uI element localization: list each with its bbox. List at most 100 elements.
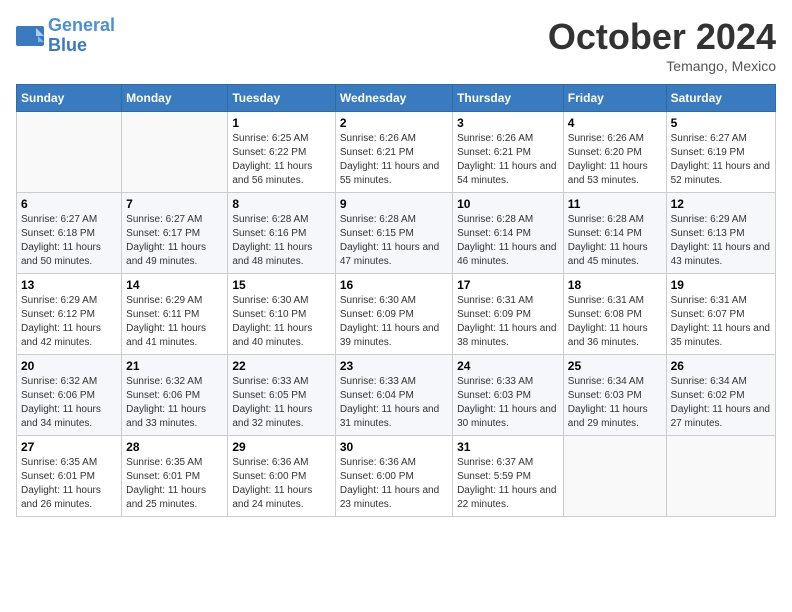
- weekday-header-row: SundayMondayTuesdayWednesdayThursdayFrid…: [17, 85, 776, 112]
- day-info: Sunrise: 6:28 AM Sunset: 6:15 PM Dayligh…: [340, 213, 448, 269]
- calendar-week-row: 20 Sunrise: 6:32 AM Sunset: 6:06 PM Dayli…: [17, 355, 776, 436]
- day-number: 21: [126, 359, 223, 373]
- day-number: 4: [568, 116, 662, 130]
- weekday-header: Monday: [122, 85, 228, 112]
- day-info: Sunrise: 6:34 AM Sunset: 6:03 PM Dayligh…: [568, 375, 662, 431]
- calendar-cell: 31 Sunrise: 6:37 AM Sunset: 5:59 PM Dayli…: [453, 436, 564, 517]
- day-info: Sunrise: 6:26 AM Sunset: 6:20 PM Dayligh…: [568, 132, 662, 188]
- day-number: 27: [21, 440, 117, 454]
- day-number: 20: [21, 359, 117, 373]
- day-number: 29: [232, 440, 330, 454]
- weekday-header: Wednesday: [335, 85, 452, 112]
- calendar-cell: 10Sunrise: 6:28 AM Sunset: 6:14 PM Dayli…: [453, 193, 564, 274]
- day-info: Sunrise: 6:28 AM Sunset: 6:16 PM Dayligh…: [232, 213, 330, 269]
- calendar-cell: 1 Sunrise: 6:25 AM Sunset: 6:22 PM Daylig…: [228, 112, 335, 193]
- calendar-cell: 9Sunrise: 6:28 AM Sunset: 6:15 PM Daylig…: [335, 193, 452, 274]
- day-number: 28: [126, 440, 223, 454]
- day-info: Sunrise: 6:32 AM Sunset: 6:06 PM Dayligh…: [21, 375, 117, 431]
- calendar-table: SundayMondayTuesdayWednesdayThursdayFrid…: [16, 84, 776, 517]
- day-info: Sunrise: 6:26 AM Sunset: 6:21 PM Dayligh…: [340, 132, 448, 188]
- day-info: Sunrise: 6:28 AM Sunset: 6:14 PM Dayligh…: [568, 213, 662, 269]
- location-subtitle: Temango, Mexico: [548, 58, 776, 74]
- calendar-cell: [17, 112, 122, 193]
- day-info: Sunrise: 6:31 AM Sunset: 6:09 PM Dayligh…: [457, 294, 559, 350]
- logo-text: General Blue: [48, 16, 115, 56]
- day-info: Sunrise: 6:36 AM Sunset: 6:00 PM Dayligh…: [232, 456, 330, 512]
- calendar-week-row: 13 Sunrise: 6:29 AM Sunset: 6:12 PM Dayli…: [17, 274, 776, 355]
- logo-icon: [16, 26, 44, 46]
- day-info: Sunrise: 6:31 AM Sunset: 6:08 PM Dayligh…: [568, 294, 662, 350]
- calendar-cell: 8 Sunrise: 6:28 AM Sunset: 6:16 PM Daylig…: [228, 193, 335, 274]
- calendar-cell: 5 Sunrise: 6:27 AM Sunset: 6:19 PM Daylig…: [666, 112, 775, 193]
- calendar-cell: 25 Sunrise: 6:34 AM Sunset: 6:03 PM Dayli…: [563, 355, 666, 436]
- calendar-cell: 18 Sunrise: 6:31 AM Sunset: 6:08 PM Dayli…: [563, 274, 666, 355]
- day-number: 17: [457, 278, 559, 292]
- day-number: 6: [21, 197, 117, 211]
- calendar-cell: 20 Sunrise: 6:32 AM Sunset: 6:06 PM Dayli…: [17, 355, 122, 436]
- day-info: Sunrise: 6:28 AM Sunset: 6:14 PM Dayligh…: [457, 213, 559, 269]
- day-info: Sunrise: 6:26 AM Sunset: 6:21 PM Dayligh…: [457, 132, 559, 188]
- calendar-cell: 7Sunrise: 6:27 AM Sunset: 6:17 PM Daylig…: [122, 193, 228, 274]
- day-number: 24: [457, 359, 559, 373]
- day-number: 3: [457, 116, 559, 130]
- day-number: 11: [568, 197, 662, 211]
- calendar-cell: 13 Sunrise: 6:29 AM Sunset: 6:12 PM Dayli…: [17, 274, 122, 355]
- day-number: 2: [340, 116, 448, 130]
- day-number: 23: [340, 359, 448, 373]
- logo: General Blue: [16, 16, 115, 56]
- calendar-cell: 22Sunrise: 6:33 AM Sunset: 6:05 PM Dayli…: [228, 355, 335, 436]
- calendar-cell: 27 Sunrise: 6:35 AM Sunset: 6:01 PM Dayli…: [17, 436, 122, 517]
- day-info: Sunrise: 6:35 AM Sunset: 6:01 PM Dayligh…: [21, 456, 117, 512]
- calendar-week-row: 27 Sunrise: 6:35 AM Sunset: 6:01 PM Dayli…: [17, 436, 776, 517]
- calendar-cell: 6 Sunrise: 6:27 AM Sunset: 6:18 PM Daylig…: [17, 193, 122, 274]
- day-info: Sunrise: 6:35 AM Sunset: 6:01 PM Dayligh…: [126, 456, 223, 512]
- day-info: Sunrise: 6:29 AM Sunset: 6:12 PM Dayligh…: [21, 294, 117, 350]
- calendar-cell: 24Sunrise: 6:33 AM Sunset: 6:03 PM Dayli…: [453, 355, 564, 436]
- day-number: 26: [671, 359, 771, 373]
- weekday-header: Saturday: [666, 85, 775, 112]
- day-number: 16: [340, 278, 448, 292]
- weekday-header: Friday: [563, 85, 666, 112]
- weekday-header: Thursday: [453, 85, 564, 112]
- day-number: 14: [126, 278, 223, 292]
- day-number: 15: [232, 278, 330, 292]
- logo-blue: Blue: [48, 35, 87, 55]
- calendar-cell: 21 Sunrise: 6:32 AM Sunset: 6:06 PM Dayli…: [122, 355, 228, 436]
- day-number: 31: [457, 440, 559, 454]
- day-info: Sunrise: 6:25 AM Sunset: 6:22 PM Dayligh…: [232, 132, 330, 188]
- weekday-header: Tuesday: [228, 85, 335, 112]
- day-info: Sunrise: 6:27 AM Sunset: 6:18 PM Dayligh…: [21, 213, 117, 269]
- day-info: Sunrise: 6:34 AM Sunset: 6:02 PM Dayligh…: [671, 375, 771, 431]
- day-number: 19: [671, 278, 771, 292]
- calendar-cell: 3 Sunrise: 6:26 AM Sunset: 6:21 PM Daylig…: [453, 112, 564, 193]
- calendar-cell: [122, 112, 228, 193]
- day-info: Sunrise: 6:33 AM Sunset: 6:05 PM Dayligh…: [232, 375, 330, 431]
- day-info: Sunrise: 6:36 AM Sunset: 6:00 PM Dayligh…: [340, 456, 448, 512]
- day-number: 13: [21, 278, 117, 292]
- calendar-cell: 19Sunrise: 6:31 AM Sunset: 6:07 PM Dayli…: [666, 274, 775, 355]
- day-number: 1: [232, 116, 330, 130]
- calendar-cell: 23Sunrise: 6:33 AM Sunset: 6:04 PM Dayli…: [335, 355, 452, 436]
- day-info: Sunrise: 6:27 AM Sunset: 6:19 PM Dayligh…: [671, 132, 771, 188]
- calendar-cell: 17 Sunrise: 6:31 AM Sunset: 6:09 PM Dayli…: [453, 274, 564, 355]
- calendar-cell: [666, 436, 775, 517]
- day-info: Sunrise: 6:30 AM Sunset: 6:10 PM Dayligh…: [232, 294, 330, 350]
- day-number: 30: [340, 440, 448, 454]
- calendar-cell: 12Sunrise: 6:29 AM Sunset: 6:13 PM Dayli…: [666, 193, 775, 274]
- day-number: 25: [568, 359, 662, 373]
- month-title: October 2024: [548, 16, 776, 58]
- day-info: Sunrise: 6:29 AM Sunset: 6:13 PM Dayligh…: [671, 213, 771, 269]
- weekday-header: Sunday: [17, 85, 122, 112]
- calendar-cell: 30 Sunrise: 6:36 AM Sunset: 6:00 PM Dayli…: [335, 436, 452, 517]
- day-info: Sunrise: 6:32 AM Sunset: 6:06 PM Dayligh…: [126, 375, 223, 431]
- calendar-cell: 28 Sunrise: 6:35 AM Sunset: 6:01 PM Dayli…: [122, 436, 228, 517]
- calendar-cell: 29 Sunrise: 6:36 AM Sunset: 6:00 PM Dayli…: [228, 436, 335, 517]
- day-number: 8: [232, 197, 330, 211]
- calendar-cell: 15 Sunrise: 6:30 AM Sunset: 6:10 PM Dayli…: [228, 274, 335, 355]
- day-number: 18: [568, 278, 662, 292]
- calendar-cell: 26 Sunrise: 6:34 AM Sunset: 6:02 PM Dayli…: [666, 355, 775, 436]
- day-number: 5: [671, 116, 771, 130]
- calendar-week-row: 1 Sunrise: 6:25 AM Sunset: 6:22 PM Daylig…: [17, 112, 776, 193]
- calendar-cell: 4 Sunrise: 6:26 AM Sunset: 6:20 PM Daylig…: [563, 112, 666, 193]
- day-info: Sunrise: 6:37 AM Sunset: 5:59 PM Dayligh…: [457, 456, 559, 512]
